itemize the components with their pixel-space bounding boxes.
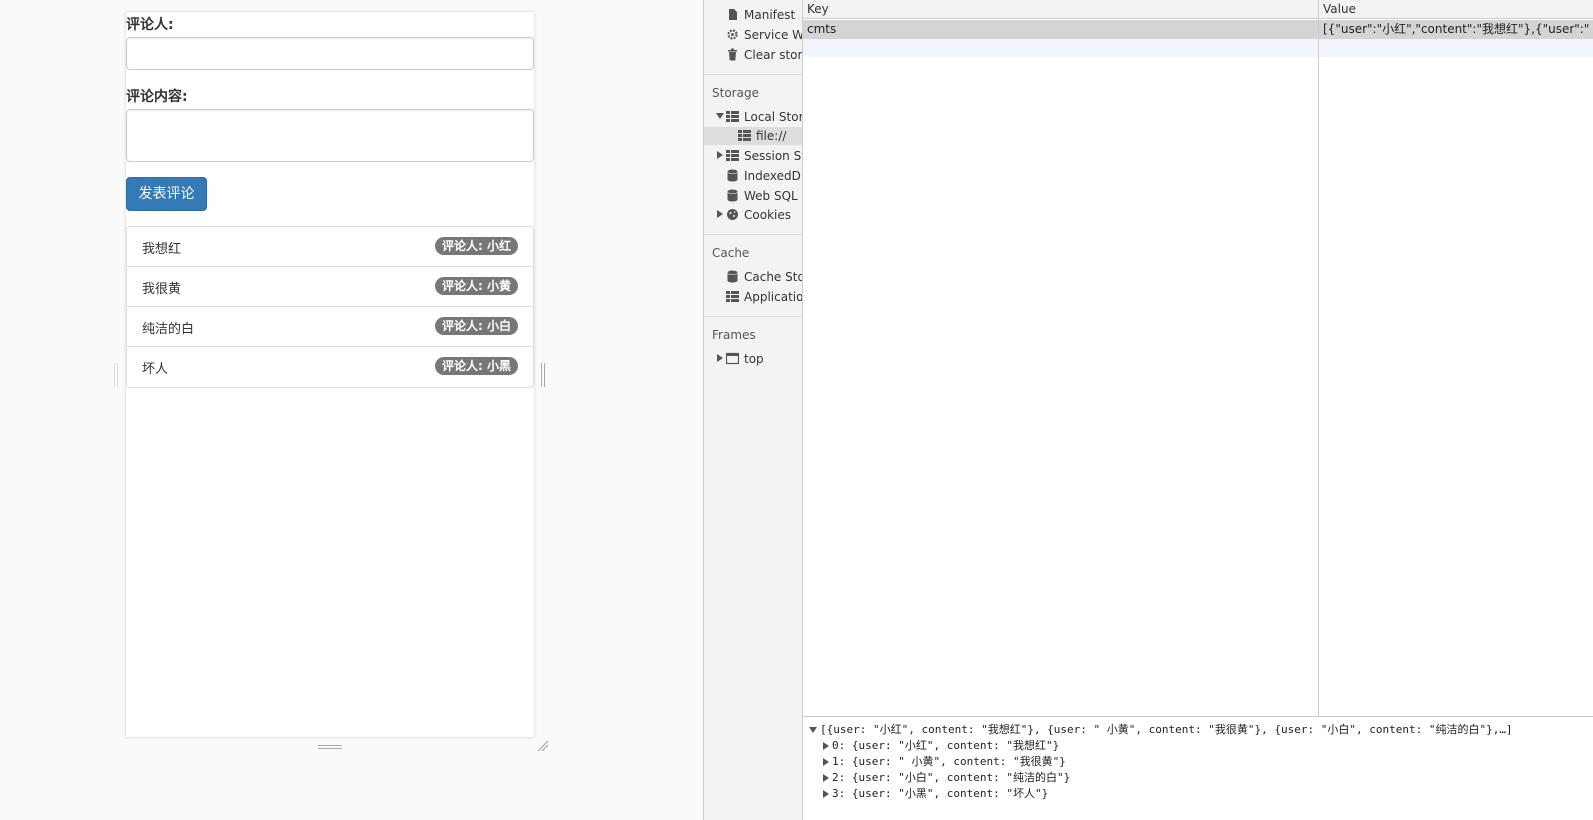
user-input[interactable]: [126, 37, 534, 70]
sidebar-item-session-storage[interactable]: Session Storage: [726, 147, 802, 165]
sidebar-item-local-storage[interactable]: Local Storage: [726, 108, 802, 126]
list-item: 我想红 评论人: 小红: [127, 227, 533, 267]
trash-icon: [728, 48, 737, 61]
column-divider[interactable]: [1318, 0, 1319, 716]
comment-author-badge: 评论人: 小白: [435, 317, 518, 335]
database-icon: [727, 270, 738, 283]
sidebar-header-frames: Frames: [712, 328, 756, 342]
preview-item[interactable]: 2: {user: "小白", content: "纯洁的白"}: [832, 770, 1070, 786]
grid-icon: [738, 130, 751, 141]
preview-item[interactable]: 3: {user: "小黑", content: "坏人"}: [832, 786, 1048, 802]
sidebar-item-indexeddb[interactable]: IndexedDB: [726, 167, 802, 185]
grid-icon: [726, 150, 739, 161]
cell-key[interactable]: cmts: [803, 20, 836, 39]
sidebar-divider: [704, 234, 802, 235]
comment-author-badge: 评论人: 小黄: [435, 277, 518, 295]
sidebar-item-top-frame[interactable]: top: [726, 350, 764, 368]
table-row-empty: [803, 39, 1593, 57]
column-header-value[interactable]: Value: [1319, 0, 1593, 19]
application-sidebar: Manifest Service Workers Clear storage S…: [703, 0, 802, 820]
expand-arrow-icon[interactable]: [823, 774, 829, 782]
sidebar-item-manifest[interactable]: Manifest: [726, 6, 795, 24]
preview-summary[interactable]: [{user: "小红", content: "我想红"}, {user: " …: [820, 722, 1513, 738]
column-header-key[interactable]: Key: [803, 0, 1318, 19]
cell-value[interactable]: [{"user":"小红","content":"我想红"},{"user":"…: [1319, 20, 1593, 39]
list-item: 坏人 评论人: 小黑: [127, 347, 533, 387]
database-icon: [727, 169, 738, 182]
preview-item[interactable]: 0: {user: "小红", content: "我想红"}: [832, 738, 1059, 754]
resize-handle-bottom[interactable]: [318, 745, 342, 749]
content-textarea[interactable]: [126, 109, 534, 162]
comment-author-badge: 评论人: 小黑: [435, 357, 518, 375]
resize-corner-icon[interactable]: [537, 740, 549, 752]
comment-author-badge: 评论人: 小红: [435, 237, 518, 255]
expand-arrow-icon[interactable]: [716, 113, 724, 119]
sidebar-item-service-workers[interactable]: Service Workers: [726, 26, 802, 44]
comment-content: 纯洁的白: [142, 322, 195, 337]
collapse-arrow-icon[interactable]: [809, 727, 817, 733]
expand-arrow-icon[interactable]: [717, 210, 723, 218]
comment-content: 我很黄: [142, 282, 182, 297]
device-viewport: 评论人: 评论内容: 发表评论 我想红 评论人: 小红 我很黄 评论人: 小黄 …: [126, 12, 534, 737]
sidebar-item-local-storage-file[interactable]: file://: [704, 127, 802, 145]
sidebar-header-cache: Cache: [712, 246, 750, 260]
submit-comment-button[interactable]: 发表评论: [126, 177, 207, 211]
sidebar-item-clear-storage[interactable]: Clear storage: [726, 46, 802, 64]
expand-arrow-icon[interactable]: [717, 151, 723, 159]
sidebar-header-storage: Storage: [712, 86, 759, 100]
storage-table: Key Value cmts [{"user":"小红","content":"…: [802, 0, 1593, 716]
user-label: 评论人:: [126, 17, 174, 33]
list-item: 我很黄 评论人: 小黄: [127, 267, 533, 307]
expand-arrow-icon[interactable]: [717, 354, 723, 362]
sidebar-item-cookies[interactable]: Cookies: [726, 206, 791, 224]
sidebar-divider: [704, 316, 802, 317]
device-preview-area: 评论人: 评论内容: 发表评论 我想红 评论人: 小红 我很黄 评论人: 小黄 …: [0, 0, 703, 820]
cookie-icon: [727, 209, 738, 220]
list-item: 纯洁的白 评论人: 小白: [127, 307, 533, 347]
frame-icon: [726, 352, 739, 365]
expand-arrow-icon[interactable]: [823, 758, 829, 766]
sidebar-item-cache-storage[interactable]: Cache Storage: [726, 268, 802, 286]
comment-content: 坏人: [142, 362, 169, 377]
value-preview-pane: [{user: "小红", content: "我想红"}, {user: " …: [802, 716, 1593, 820]
grid-icon: [726, 111, 739, 122]
expand-arrow-icon[interactable]: [823, 742, 829, 750]
resize-handle-left[interactable]: [114, 363, 118, 387]
preview-item[interactable]: 1: {user: " 小黄", content: "我很黄"}: [832, 754, 1066, 770]
document-icon: [729, 9, 737, 20]
grid-icon: [726, 291, 739, 302]
resize-handle-right[interactable]: [541, 363, 545, 387]
comment-list: 我想红 评论人: 小红 我很黄 评论人: 小黄 纯洁的白 评论人: 小白 坏人 …: [126, 226, 534, 388]
database-icon: [727, 189, 738, 202]
comment-content: 我想红: [142, 242, 182, 257]
gear-icon: [727, 29, 738, 40]
sidebar-item-web-sql[interactable]: Web SQL: [726, 187, 798, 205]
sidebar-divider: [704, 74, 802, 75]
content-label: 评论内容:: [126, 89, 188, 105]
expand-arrow-icon[interactable]: [823, 790, 829, 798]
sidebar-item-application-cache[interactable]: Application Cache: [726, 288, 802, 306]
